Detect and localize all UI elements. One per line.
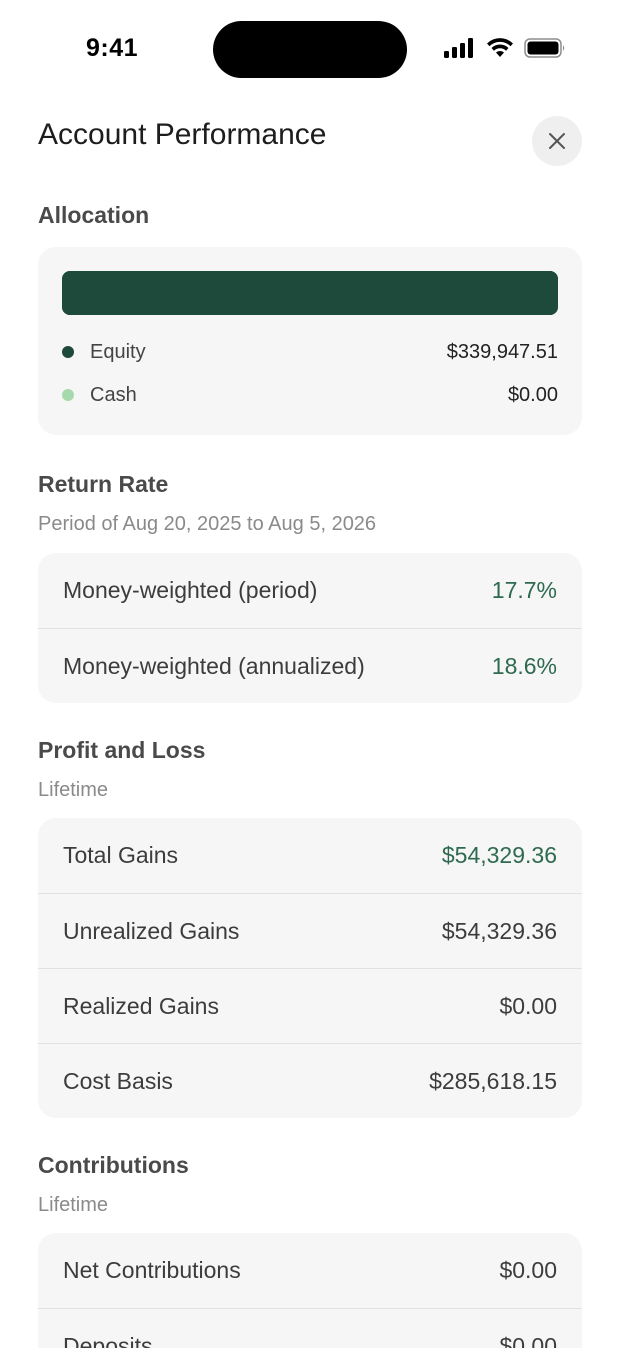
close-icon [549,133,565,149]
row-value: $285,618.15 [429,1067,557,1094]
pl-row-realized: Realized Gains $0.00 [38,968,582,1043]
allocation-bar [62,271,558,315]
return-row-annualized: Money-weighted (annualized) 18.6% [38,628,582,703]
row-label: Realized Gains [63,992,219,1019]
row-value: $54,329.36 [441,917,557,944]
row-value: $0.00 [499,992,557,1019]
cellular-signal-icon [444,38,473,58]
cash-dot-icon [62,389,74,401]
profit-loss-subtitle: Lifetime [38,779,109,801]
status-bar: 9:41 [0,0,620,100]
contributions-title: Contributions [38,1152,189,1178]
legend-row-cash: Cash $0.00 [62,380,558,410]
row-label: Money-weighted (period) [63,577,318,603]
legend-row-equity: Equity $339,947.51 [62,337,558,367]
pl-row-unrealized: Unrealized Gains $54,329.36 [38,893,582,968]
row-value: 17.7% [491,577,557,603]
battery-icon [524,38,565,58]
contributions-subtitle: Lifetime [38,1194,109,1216]
row-label: Total Gains [63,842,179,868]
page-title: Account Performance [38,118,327,151]
pl-row-cost-basis: Cost Basis $285,618.15 [38,1043,582,1118]
row-value: $54,329.36 [441,842,557,868]
legend-label: Cash [90,383,137,406]
sheet-header: Account Performance [38,112,582,172]
legend-value: $0.00 [507,383,558,406]
return-rate-card: Money-weighted (period) 17.7% Money-weig… [38,553,582,703]
status-icons [444,38,566,58]
legend-value: $339,947.51 [446,340,558,363]
row-label: Money-weighted (annualized) [63,652,365,679]
contrib-row-net: Net Contributions $0.00 [38,1233,582,1308]
close-button[interactable] [532,116,582,166]
return-rate-title: Return Rate [38,471,169,497]
legend-label: Equity [90,340,146,363]
row-label: Cost Basis [63,1067,173,1094]
return-rate-period: Period of Aug 20, 2025 to Aug 5, 2026 [38,513,377,535]
row-label: Unrealized Gains [63,917,240,944]
allocation-equity-fill [62,271,558,315]
row-value: $0.00 [499,1332,557,1348]
allocation-card: Equity $339,947.51 Cash $0.00 [38,247,582,435]
profit-loss-title: Profit and Loss [38,737,206,763]
dynamic-island [213,21,407,78]
row-label: Net Contributions [63,1257,241,1283]
return-row-period: Money-weighted (period) 17.7% [38,553,582,628]
row-label: Deposits [63,1332,153,1348]
profit-loss-card: Total Gains $54,329.36 Unrealized Gains … [38,818,582,1118]
equity-dot-icon [62,346,74,358]
row-value: $0.00 [499,1257,557,1283]
allocation-title: Allocation [38,202,150,228]
pl-row-total-gains: Total Gains $54,329.36 [38,818,582,893]
contrib-row-deposits: Deposits $0.00 [38,1308,582,1348]
row-value: 18.6% [491,652,557,679]
wifi-icon [487,38,513,57]
status-time: 9:41 [86,34,139,62]
contributions-card: Net Contributions $0.00 Deposits $0.00 [38,1233,582,1348]
